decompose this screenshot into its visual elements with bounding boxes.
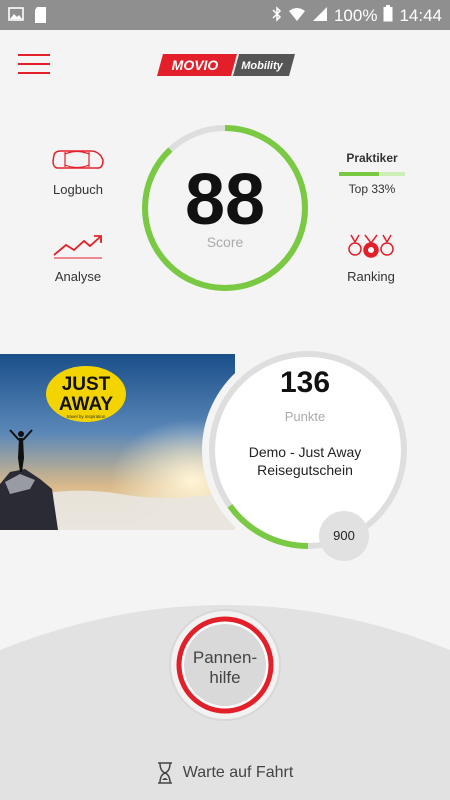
app-header: MOVIO Mobility [0,30,450,100]
score-value: 88 [184,160,266,240]
voucher-line-2: Reisegutschein [257,462,353,478]
menu-line [18,72,50,74]
score-label: Score [206,234,244,250]
analysis-label: Analyse [54,269,102,284]
clock: 14:44 [399,6,442,25]
level-title: Praktiker [346,151,398,165]
brand-line-1: JUST [62,374,111,395]
logo-text: MOVIO [172,57,219,73]
trip-status: Warte auf Fahrt [0,758,450,788]
level-progress-bar [339,172,405,176]
points-goal-badge: 900 [319,511,369,561]
hourglass-icon [157,762,172,784]
battery-level: 100% [333,6,378,25]
nav-logbook[interactable]: Logbuch [46,148,110,197]
wifi-icon [288,6,306,27]
medals-icon [348,234,394,258]
status-bar: 100% 14:44 [0,0,450,30]
trend-chart-icon [53,235,102,259]
just-away-badge: JUST AWAY travel by inspiration [46,366,126,422]
level-rank: Top 33% [348,182,396,196]
signal-icon [312,6,328,27]
logbook-label: Logbuch [53,182,103,197]
points-value: 136 [279,366,331,399]
logo-subtext: Mobility [241,60,283,72]
movio-logo: MOVIO Mobility [157,54,295,76]
sd-card-icon [34,6,48,29]
voucher-title[interactable]: Demo - Just Away Reisegutschein [210,443,400,479]
menu-line [18,63,50,65]
trip-status-label: Warte auf Fahrt [182,764,294,781]
nav-ranking[interactable]: Ranking [338,233,404,284]
breakdown-line-2: hilfe [209,668,241,687]
breakdown-label: Pannen- hilfe [168,648,282,688]
points-label: Punkte [284,409,326,424]
menu-line [18,54,50,56]
hamburger-menu-button[interactable] [18,54,50,78]
voucher-line-1: Demo - Just Away [248,444,362,460]
level-progress-fill [339,172,379,176]
bluetooth-icon [272,5,282,27]
battery-icon [383,5,393,27]
brand-tagline: travel by inspiration [67,414,106,419]
breakdown-line-1: Pannen- [192,648,258,667]
image-notification-icon [8,6,24,29]
ranking-label: Ranking [347,269,395,284]
level-indicator[interactable]: Praktiker Top 33% [336,151,408,196]
brand-line-2: AWAY [59,394,114,415]
car-icon [52,150,104,169]
nav-analysis[interactable]: Analyse [46,233,110,284]
